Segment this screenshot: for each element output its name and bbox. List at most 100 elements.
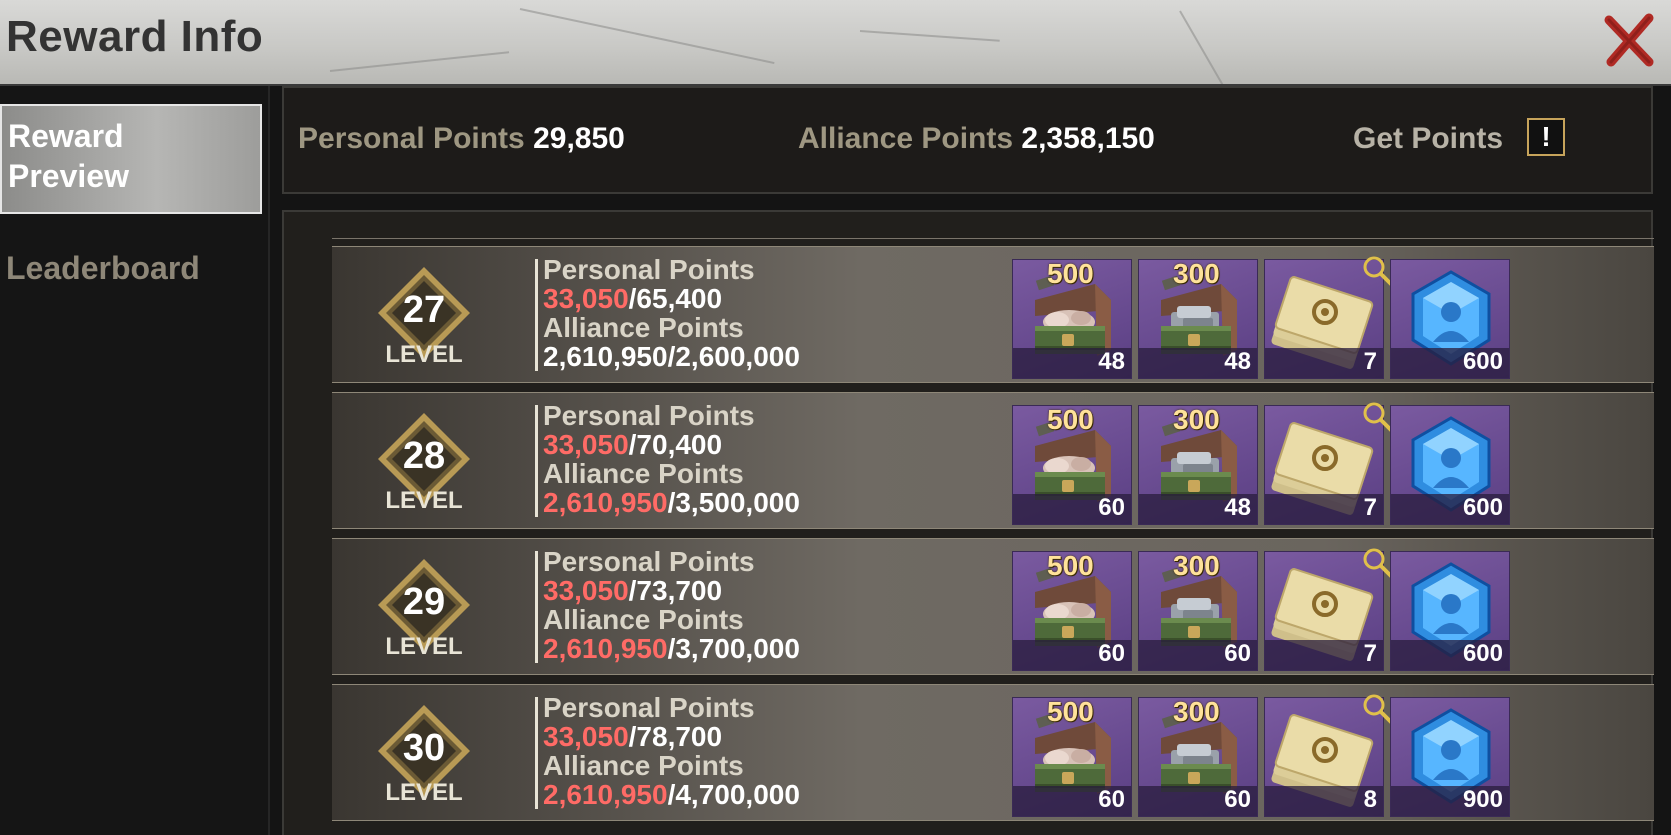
points-summary: Personal Points 29,850 Alliance Points 2… bbox=[282, 86, 1653, 194]
alliance-points-label: Alliance Points bbox=[543, 604, 744, 635]
reward-tag: 500 bbox=[1047, 259, 1094, 289]
reward-count: 8 bbox=[1363, 786, 1377, 813]
reward-count: 60 bbox=[1224, 640, 1251, 667]
alliance-points-value: 2,358,150 bbox=[1021, 122, 1155, 155]
reward-count: 600 bbox=[1462, 348, 1503, 375]
alliance-points-target: /4,700,000 bbox=[667, 779, 800, 810]
reward-count: 48 bbox=[1224, 348, 1251, 375]
level-number: 28 bbox=[402, 435, 446, 477]
level-caption: LEVEL bbox=[385, 633, 463, 660]
sidebar: Reward Preview Leaderboard bbox=[0, 86, 270, 835]
personal-points-current: 33,050 bbox=[543, 429, 629, 460]
reward-count: 7 bbox=[1363, 640, 1377, 667]
title-bar: Reward Info bbox=[0, 0, 1671, 86]
level-requirements: Personal Points 33,050/65,400 Alliance Poi… bbox=[543, 255, 800, 371]
personal-points-target: /73,700 bbox=[628, 575, 723, 606]
row-divider bbox=[535, 405, 538, 517]
get-points-info-icon[interactable]: ! bbox=[1527, 118, 1565, 156]
alliance-points-label: Alliance Points bbox=[543, 750, 744, 781]
alliance-points-current: 2,610,950 bbox=[543, 341, 668, 372]
reward-item[interactable]: 600 bbox=[1390, 551, 1510, 671]
personal-points-current: 33,050 bbox=[543, 721, 629, 752]
personal-points-current: 33,050 bbox=[543, 283, 629, 314]
reward-item[interactable]: 500 48 bbox=[1012, 259, 1132, 379]
level-badge: 30 LEVEL bbox=[374, 701, 474, 811]
alliance-points-label: Alliance Points bbox=[543, 312, 744, 343]
reward-count: 60 bbox=[1098, 640, 1125, 667]
reward-tag: 300 bbox=[1173, 551, 1220, 581]
level-badge: 29 LEVEL bbox=[374, 555, 474, 665]
level-requirements: Personal Points 33,050/73,700 Alliance Poi… bbox=[543, 547, 800, 663]
personal-points-label: Personal Points bbox=[543, 254, 755, 285]
level-requirements: Personal Points 33,050/70,400 Alliance Poi… bbox=[543, 401, 800, 517]
reward-count: 48 bbox=[1098, 348, 1125, 375]
level-row: 28 LEVEL Personal Points 33,050/70,400 Allia… bbox=[332, 392, 1654, 529]
reward-count: 600 bbox=[1462, 494, 1503, 521]
alliance-points-current: 2,610,950 bbox=[543, 487, 668, 518]
reward-count: 900 bbox=[1462, 786, 1503, 813]
reward-count: 60 bbox=[1098, 786, 1125, 813]
close-x-icon[interactable] bbox=[1601, 12, 1657, 68]
alliance-points-label: Alliance Points bbox=[798, 122, 1014, 155]
reward-count: 7 bbox=[1363, 348, 1377, 375]
scratch-decoration bbox=[1179, 10, 1241, 84]
level-caption: LEVEL bbox=[385, 487, 463, 514]
reward-count: 48 bbox=[1224, 494, 1251, 521]
alliance-points-current: 2,610,950 bbox=[543, 633, 668, 664]
row-divider bbox=[535, 259, 538, 371]
reward-tag: 500 bbox=[1047, 551, 1094, 581]
row-divider bbox=[535, 551, 538, 663]
personal-points-target: /65,400 bbox=[628, 283, 723, 314]
alliance-points-target: /3,700,000 bbox=[667, 633, 800, 664]
get-points-label[interactable]: Get Points bbox=[1353, 122, 1503, 156]
personal-points-label: Personal Points bbox=[298, 122, 525, 155]
personal-points-label: Personal Points bbox=[543, 400, 755, 431]
level-number: 27 bbox=[402, 289, 446, 331]
reward-item[interactable]: 900 bbox=[1390, 697, 1510, 817]
reward-item[interactable]: 500 60 bbox=[1012, 697, 1132, 817]
reward-item[interactable]: 500 60 bbox=[1012, 405, 1132, 525]
alliance-points-summary: Alliance Points 2,358,150 bbox=[798, 122, 1155, 156]
personal-points-current: 33,050 bbox=[543, 575, 629, 606]
reward-tag: 500 bbox=[1047, 697, 1094, 727]
level-badge: 28 LEVEL bbox=[374, 409, 474, 519]
level-badge: 27 LEVEL bbox=[374, 263, 474, 373]
level-number: 30 bbox=[402, 727, 446, 769]
alliance-points-current: 2,610,950 bbox=[543, 779, 668, 810]
reward-count: 600 bbox=[1462, 640, 1503, 667]
reward-item[interactable]: 600 bbox=[1390, 405, 1510, 525]
tab-reward-preview-label: Reward Preview bbox=[8, 118, 129, 194]
tab-leaderboard[interactable]: Leaderboard bbox=[6, 250, 200, 287]
level-requirements: Personal Points 33,050/78,700 Alliance Poi… bbox=[543, 693, 800, 809]
personal-points-target: /78,700 bbox=[628, 721, 723, 752]
window-title: Reward Info bbox=[6, 12, 264, 61]
reward-item[interactable]: 300 60 bbox=[1138, 551, 1258, 671]
reward-item[interactable]: 300 48 bbox=[1138, 405, 1258, 525]
level-row: 27 LEVEL Personal Points 33,050/65,400 Allia… bbox=[332, 246, 1654, 383]
scratch-decoration bbox=[329, 51, 510, 72]
scratch-decoration bbox=[519, 8, 775, 65]
reward-count: 60 bbox=[1224, 786, 1251, 813]
personal-points-summary: Personal Points 29,850 bbox=[298, 122, 625, 156]
reward-item[interactable]: 300 48 bbox=[1138, 259, 1258, 379]
reward-tag: 300 bbox=[1173, 405, 1220, 435]
level-caption: LEVEL bbox=[385, 341, 463, 368]
reward-tag: 300 bbox=[1173, 697, 1220, 727]
alliance-points-target: /2,600,000 bbox=[667, 341, 800, 372]
row-divider bbox=[535, 697, 538, 809]
level-row: 30 LEVEL Personal Points 33,050/78,700 Allia… bbox=[332, 684, 1654, 821]
level-number: 29 bbox=[402, 581, 446, 623]
level-row: 29 LEVEL Personal Points 33,050/73,700 Allia… bbox=[332, 538, 1654, 675]
alliance-points-label: Alliance Points bbox=[543, 458, 744, 489]
alliance-points-target: /3,500,000 bbox=[667, 487, 800, 518]
personal-points-label: Personal Points bbox=[543, 692, 755, 723]
scratch-decoration bbox=[859, 30, 1000, 42]
reward-item[interactable]: 500 60 bbox=[1012, 551, 1132, 671]
reward-count: 7 bbox=[1363, 494, 1377, 521]
reward-count: 60 bbox=[1098, 494, 1125, 521]
personal-points-target: /70,400 bbox=[628, 429, 723, 460]
personal-points-label: Personal Points bbox=[543, 546, 755, 577]
reward-item[interactable]: 300 60 bbox=[1138, 697, 1258, 817]
reward-item[interactable]: 600 bbox=[1390, 259, 1510, 379]
tab-reward-preview[interactable]: Reward Preview bbox=[0, 104, 262, 214]
